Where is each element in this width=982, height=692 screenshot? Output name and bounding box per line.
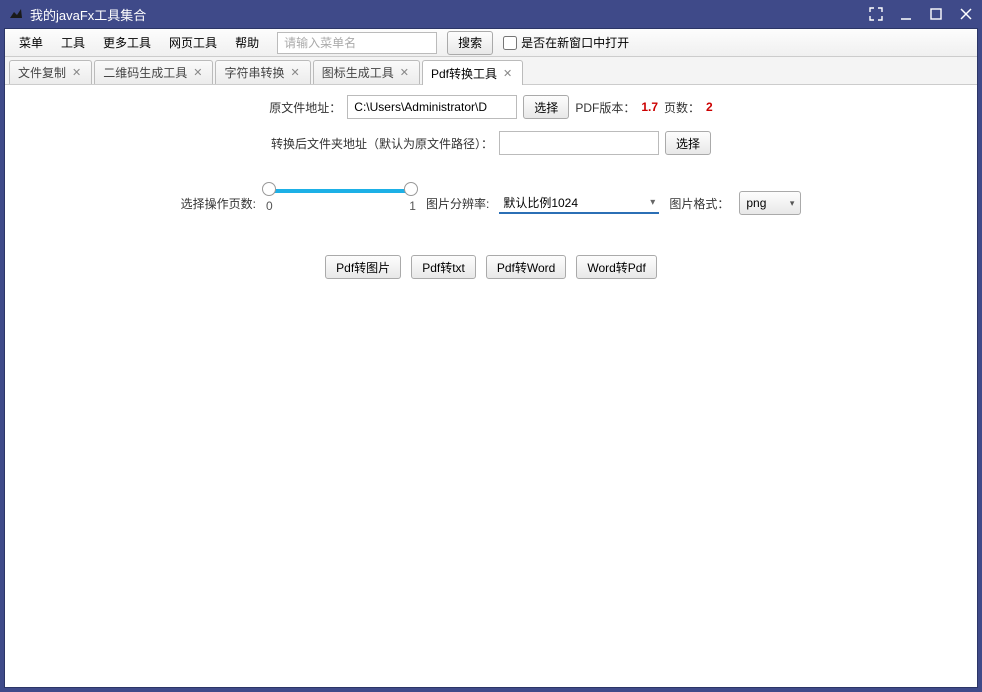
resolution-label: 图片分辨率: <box>426 195 489 212</box>
resolution-select[interactable]: 默认比例1024 ▾ <box>499 192 659 214</box>
tab-label: 文件复制 <box>18 64 66 81</box>
chevron-down-icon: ▾ <box>650 197 655 208</box>
tab-close-icon[interactable]: ✕ <box>288 66 301 79</box>
source-label: 原文件地址： <box>269 99 341 116</box>
tab-label: 图标生成工具 <box>322 64 394 81</box>
tab-label: 二维码生成工具 <box>103 64 187 81</box>
pdf-to-word-button[interactable]: Pdf转Word <box>486 255 566 279</box>
menu-help[interactable]: 帮助 <box>227 30 267 55</box>
menu-search-input[interactable] <box>277 32 437 54</box>
tab-close-icon[interactable]: ✕ <box>70 66 83 79</box>
client-area: 菜单 工具 更多工具 网页工具 帮助 搜索 是否在新窗口中打开 文件复制 ✕ 二维… <box>4 28 978 688</box>
maximize-icon[interactable] <box>928 6 944 22</box>
chevron-down-icon: ▾ <box>790 198 795 209</box>
options-row: 选择操作页数: 0 1 图片分辨率: 默认比例1024 ▾ 图片格式： png … <box>25 191 957 215</box>
format-label: 图片格式： <box>669 195 729 212</box>
pages-label: 页数： <box>664 99 700 116</box>
app-icon <box>8 6 24 22</box>
menu-more-tools[interactable]: 更多工具 <box>95 30 159 55</box>
pdf-version-label: PDF版本： <box>575 99 635 116</box>
close-icon[interactable] <box>958 6 974 22</box>
source-row: 原文件地址： 选择 PDF版本： 1.7 页数： 2 <box>25 95 957 119</box>
titlebar: 我的javaFx工具集合 <box>0 0 982 28</box>
source-path-input[interactable] <box>347 95 517 119</box>
dest-choose-button[interactable]: 选择 <box>665 131 711 155</box>
tab-pdf-convert[interactable]: Pdf转换工具 ✕ <box>422 60 523 85</box>
resolution-value: 默认比例1024 <box>503 194 578 211</box>
page-select-label: 选择操作页数: <box>181 195 256 212</box>
slider-track <box>266 189 416 193</box>
tab-close-icon[interactable]: ✕ <box>398 66 411 79</box>
tab-content: 原文件地址： 选择 PDF版本： 1.7 页数： 2 转换后文件夹地址（默认为原… <box>5 85 977 289</box>
format-value: png <box>746 196 766 210</box>
slider-thumb-low[interactable] <box>262 182 276 196</box>
slider-thumb-high[interactable] <box>404 182 418 196</box>
tabstrip: 文件复制 ✕ 二维码生成工具 ✕ 字符串转换 ✕ 图标生成工具 ✕ Pdf转换工具 ✕ <box>5 57 977 85</box>
tab-qrcode[interactable]: 二维码生成工具 ✕ <box>94 60 213 84</box>
tab-file-copy[interactable]: 文件复制 ✕ <box>9 60 92 84</box>
format-select[interactable]: png ▾ <box>739 191 801 215</box>
expand-icon[interactable] <box>868 6 884 22</box>
tab-label: Pdf转换工具 <box>431 65 497 82</box>
pdf-to-image-button[interactable]: Pdf转图片 <box>325 255 401 279</box>
menubar: 菜单 工具 更多工具 网页工具 帮助 搜索 是否在新窗口中打开 <box>5 29 977 57</box>
word-to-pdf-button[interactable]: Word转Pdf <box>576 255 656 279</box>
open-new-window-label: 是否在新窗口中打开 <box>521 34 629 51</box>
menu-tools[interactable]: 工具 <box>53 30 93 55</box>
page-range-slider[interactable]: 0 1 <box>266 193 416 213</box>
open-new-window-checkbox[interactable]: 是否在新窗口中打开 <box>503 34 629 51</box>
slider-max-label: 1 <box>409 199 416 213</box>
pages-value: 2 <box>706 100 713 114</box>
pdf-to-txt-button[interactable]: Pdf转txt <box>411 255 476 279</box>
tab-close-icon[interactable]: ✕ <box>501 67 514 80</box>
tab-string-convert[interactable]: 字符串转换 ✕ <box>215 60 310 84</box>
menu-search-button[interactable]: 搜索 <box>447 31 493 55</box>
slider-min-label: 0 <box>266 199 273 213</box>
menu-main[interactable]: 菜单 <box>11 30 51 55</box>
dest-label: 转换后文件夹地址（默认为原文件路径）： <box>271 135 493 152</box>
menu-web-tools[interactable]: 网页工具 <box>161 30 225 55</box>
actions-row: Pdf转图片 Pdf转txt Pdf转Word Word转Pdf <box>25 255 957 279</box>
tab-icon-gen[interactable]: 图标生成工具 ✕ <box>313 60 420 84</box>
tab-label: 字符串转换 <box>224 64 284 81</box>
pdf-version-value: 1.7 <box>641 100 658 114</box>
source-choose-button[interactable]: 选择 <box>523 95 569 119</box>
minimize-icon[interactable] <box>898 6 914 22</box>
window-title: 我的javaFx工具集合 <box>30 5 868 24</box>
tab-close-icon[interactable]: ✕ <box>191 66 204 79</box>
dest-row: 转换后文件夹地址（默认为原文件路径）： 选择 <box>25 131 957 155</box>
open-new-window-input[interactable] <box>503 36 517 50</box>
dest-path-input[interactable] <box>499 131 659 155</box>
